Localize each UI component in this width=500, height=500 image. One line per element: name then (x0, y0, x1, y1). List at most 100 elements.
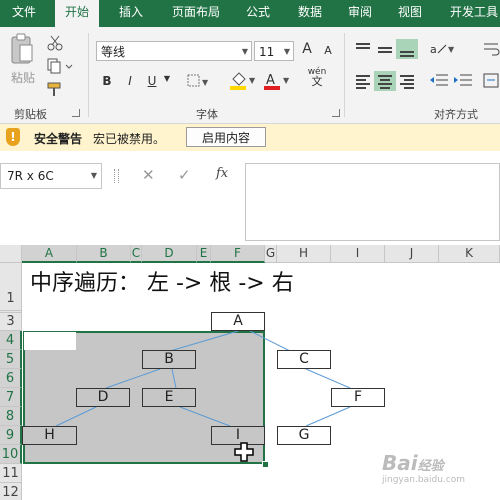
tree-node-d[interactable]: D (76, 388, 130, 407)
increase-indent-button[interactable] (452, 71, 474, 91)
tree-node-c[interactable]: C (277, 350, 331, 369)
tab-view[interactable]: 视图 (390, 0, 430, 27)
paste-button[interactable] (8, 33, 34, 67)
cancel-entry-button[interactable]: ✕ (142, 166, 155, 184)
chevron-down-icon[interactable]: ▼ (162, 74, 172, 83)
align-bottom-button[interactable] (396, 39, 418, 59)
copy-button[interactable] (46, 58, 74, 74)
borders-button[interactable]: ▼ (186, 73, 210, 89)
watermark-text: Bai (382, 451, 418, 475)
underline-button[interactable]: U (145, 74, 159, 88)
worksheet-grid[interactable]: A B C D E F G H I J K 1 2 3 4 5 6 7 8 9 … (0, 245, 500, 500)
edge-e-i (179, 406, 231, 427)
merge-center-button[interactable] (482, 71, 500, 91)
security-warning-bar: ! 安全警告 宏已被禁用。 启用内容 (0, 124, 500, 152)
orientation-icon: a ▼ (430, 43, 455, 56)
baidu-watermark: Bai经验 jingyan.baidu.com (382, 451, 465, 485)
align-left-button[interactable] (352, 71, 374, 91)
chevron-down-icon: ▼ (283, 47, 290, 56)
edge-b-e (171, 368, 177, 389)
font-size-value: 11 (259, 45, 275, 59)
indent-decrease-icon (430, 74, 448, 86)
insert-function-button[interactable]: fx (216, 166, 228, 181)
edge-a-b (169, 330, 239, 352)
tab-data[interactable]: 数据 (290, 0, 330, 27)
edge-f-g (305, 406, 351, 427)
grow-font-button[interactable]: A (298, 41, 316, 57)
font-name-value: 等线 (101, 45, 126, 59)
bold-button[interactable]: B (100, 74, 114, 88)
copy-icon (47, 58, 73, 74)
align-top-button[interactable] (352, 39, 374, 59)
tab-page-layout[interactable]: 页面布局 (164, 0, 228, 27)
edge-b-d (105, 368, 161, 389)
paste-icon (11, 33, 33, 64)
enable-content-button[interactable]: 启用内容 (186, 127, 266, 147)
merge-cells-icon (483, 73, 499, 88)
formula-bar: 7R x 6C ▼ ✕ ✓ fx (0, 151, 500, 246)
orientation-button[interactable]: a ▼ (428, 39, 456, 59)
security-warning-message: 宏已被禁用。 (93, 132, 166, 146)
alignment-group-label: 对齐方式 (434, 108, 478, 121)
fill-color-button[interactable]: ▼ (228, 71, 258, 91)
chevron-down-icon: ▼ (241, 47, 248, 56)
paint-bucket-icon: ▼ (230, 72, 256, 90)
indent-increase-icon (454, 74, 472, 86)
edge-c-f (305, 368, 351, 389)
splitter-handle[interactable] (114, 169, 119, 183)
ribbon-tab-bar: 文件 开始 插入 页面布局 公式 数据 审阅 视图 开发工具 (0, 0, 500, 27)
tree-node-b[interactable]: B (142, 350, 196, 369)
align-middle-button[interactable] (374, 39, 396, 59)
font-size-combo[interactable]: 11 ▼ (254, 41, 294, 61)
font-name-combo[interactable]: 等线 ▼ (96, 41, 252, 61)
paste-label: 粘贴 (10, 71, 35, 85)
tab-file[interactable]: 文件 (0, 0, 48, 27)
chevron-down-icon[interactable]: ▼ (91, 164, 97, 188)
scissors-icon (47, 35, 63, 51)
tab-formulas[interactable]: 公式 (238, 0, 278, 27)
font-color-button[interactable]: A ▼ (262, 71, 292, 91)
name-box[interactable]: 7R x 6C ▼ (0, 163, 102, 189)
name-box-value: 7R x 6C (7, 169, 54, 183)
decrease-indent-button[interactable] (428, 71, 450, 91)
clipboard-group-label: 剪贴板 (14, 108, 47, 121)
tab-home[interactable]: 开始 (55, 0, 99, 27)
tree-node-f[interactable]: F (331, 388, 385, 407)
tree-node-a[interactable]: A (211, 312, 265, 331)
svg-text:▼: ▼ (283, 76, 290, 85)
borders-icon: ▼ (187, 74, 209, 87)
align-right-button[interactable] (396, 71, 418, 91)
edge-a-c (249, 330, 291, 352)
svg-text:A: A (266, 73, 275, 88)
format-painter-icon (47, 82, 61, 96)
clipboard-launcher-icon[interactable] (72, 109, 80, 117)
ribbon-home: 粘贴 剪贴板 等线 ▼ 11 ▼ A A B I U ▼ ▼ ▼ A ▼ wén … (0, 27, 500, 124)
tree-node-g[interactable]: G (277, 426, 331, 445)
phonetic-button[interactable]: wén 文 (305, 67, 329, 87)
tab-insert[interactable]: 插入 (110, 0, 152, 27)
cell-select-cursor-icon (234, 442, 254, 462)
align-center-button[interactable] (374, 71, 396, 91)
font-group-label: 字体 (196, 108, 218, 121)
font-launcher-icon[interactable] (332, 109, 340, 117)
cut-button[interactable] (46, 35, 64, 51)
italic-button[interactable]: I (123, 74, 137, 88)
wrap-text-icon (484, 43, 500, 56)
shield-warning-icon: ! (6, 128, 20, 146)
tab-review[interactable]: 审阅 (340, 0, 380, 27)
formula-input[interactable] (245, 163, 500, 241)
watermark-text-2: 经验 (417, 459, 444, 474)
security-warning-title: 安全警告 (34, 132, 83, 146)
confirm-entry-button[interactable]: ✓ (178, 166, 191, 184)
shrink-font-button[interactable]: A (320, 44, 336, 57)
group-divider (88, 33, 89, 117)
watermark-url: jingyan.baidu.com (382, 475, 466, 485)
format-painter-button[interactable] (46, 81, 64, 97)
tab-developer[interactable]: 开发工具 (442, 0, 500, 27)
wrap-text-button[interactable] (482, 39, 500, 59)
phonetic-char: 文 (311, 75, 323, 88)
font-color-icon: A ▼ (264, 73, 290, 90)
svg-text:▼: ▼ (448, 45, 455, 54)
tree-node-e[interactable]: E (142, 388, 196, 407)
tree-node-h[interactable]: H (22, 426, 77, 445)
